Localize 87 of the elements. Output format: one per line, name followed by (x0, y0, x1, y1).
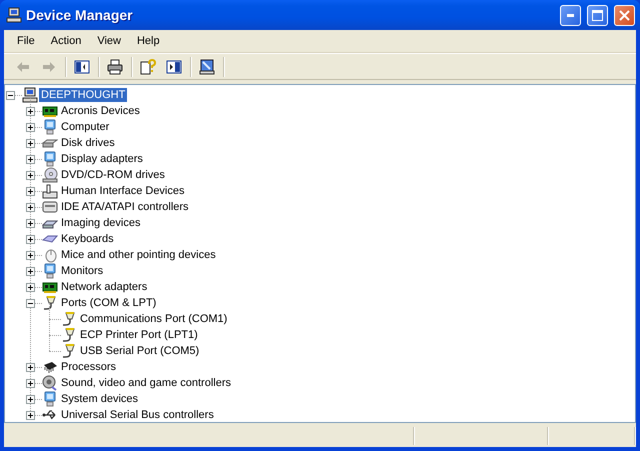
tree-item[interactable]: System devices (59, 392, 140, 406)
plus-icon (28, 221, 33, 226)
plus-icon (28, 157, 33, 162)
maximize-icon (592, 10, 603, 20)
monitor-icon (42, 391, 58, 407)
computer-icon (6, 7, 22, 23)
minus-icon (8, 93, 13, 98)
expand-toggle[interactable] (26, 171, 35, 180)
connector-plug-icon (61, 343, 77, 359)
expand-toggle[interactable] (26, 155, 35, 164)
plus-icon (28, 413, 33, 418)
monitor-icon (42, 151, 58, 167)
plus-icon (28, 253, 33, 258)
pane-icon (166, 58, 182, 74)
tree-item[interactable]: Computer (59, 120, 112, 134)
tree-item[interactable]: Communications Port (COM1) (78, 312, 230, 326)
plus-icon (28, 189, 33, 194)
plus-icon (28, 237, 33, 242)
menu-item[interactable]: Action (42, 35, 90, 47)
joystick-icon (42, 183, 58, 199)
disc-icon (42, 167, 58, 183)
tree-pane-icon (74, 58, 90, 74)
chip-icon (42, 359, 58, 375)
tree-item[interactable]: Display adapters (59, 152, 145, 166)
tree-item[interactable]: Universal Serial Bus controllers (59, 408, 216, 422)
tree-item[interactable]: IDE ATA/ATAPI controllers (59, 200, 191, 214)
maximize-button[interactable] (587, 4, 608, 26)
expand-toggle[interactable] (26, 251, 35, 260)
tree-item[interactable]: Network adapters (59, 280, 150, 294)
minus-icon (28, 301, 33, 306)
tree-item[interactable]: Imaging devices (59, 216, 142, 230)
plus-icon (28, 365, 33, 370)
tree-item[interactable]: Mice and other pointing devices (59, 248, 218, 262)
drive-controller-icon (42, 199, 58, 215)
expand-toggle[interactable] (26, 235, 35, 244)
minimize-button[interactable] (560, 4, 581, 26)
close-button[interactable] (614, 4, 635, 26)
collapse-toggle[interactable] (6, 91, 15, 100)
plus-icon (28, 141, 33, 146)
tree-item[interactable]: Ports (COM & LPT) (59, 296, 158, 310)
window-title: Device Manager (26, 7, 134, 23)
collapse-toggle[interactable] (26, 299, 35, 308)
expand-toggle[interactable] (26, 363, 35, 372)
menu-item[interactable]: View (89, 35, 129, 47)
expand-toggle[interactable] (26, 123, 35, 132)
expand-toggle[interactable] (26, 139, 35, 148)
monitor-icon (42, 263, 58, 279)
expand-toggle[interactable] (26, 219, 35, 228)
speaker-icon (42, 375, 58, 391)
minimize-icon (566, 14, 574, 16)
help-document-icon (140, 58, 156, 74)
monitor-icon (42, 119, 58, 135)
plus-icon (28, 109, 33, 114)
tree-item[interactable]: DEEPTHOUGHT (39, 88, 128, 102)
connector-plug-icon (61, 311, 77, 327)
expand-toggle[interactable] (26, 411, 35, 420)
tree-item[interactable]: Monitors (59, 264, 106, 278)
tree-item[interactable]: Sound, video and game controllers (59, 376, 233, 390)
expand-toggle[interactable] (26, 379, 35, 388)
plus-icon (28, 381, 33, 386)
plus-icon (28, 269, 33, 274)
computer-icon (22, 87, 38, 103)
tree-item[interactable]: Processors (59, 360, 118, 374)
tree-item[interactable]: Disk drives (59, 136, 117, 150)
expand-toggle[interactable] (26, 203, 35, 212)
plus-icon (28, 125, 33, 130)
tree-item[interactable]: USB Serial Port (COM5) (78, 344, 202, 358)
tree-item[interactable]: Keyboards (59, 232, 116, 246)
tree-item[interactable]: Human Interface Devices (59, 184, 186, 198)
expand-toggle[interactable] (26, 187, 35, 196)
plus-icon (28, 397, 33, 402)
expand-toggle[interactable] (26, 107, 35, 116)
connector-plug-icon (61, 327, 77, 343)
plus-icon (28, 205, 33, 210)
close-icon (619, 10, 630, 20)
expand-toggle[interactable] (26, 283, 35, 292)
connector-plug-icon (42, 295, 58, 311)
printer-icon (107, 58, 123, 74)
menu-item[interactable]: Help (128, 35, 168, 47)
expand-toggle[interactable] (26, 267, 35, 276)
tree-item[interactable]: ECP Printer Port (LPT1) (78, 328, 200, 342)
plus-icon (28, 285, 33, 290)
plus-icon (28, 173, 33, 178)
expand-toggle[interactable] (26, 395, 35, 404)
menu-item[interactable]: File (9, 35, 43, 47)
tree-item[interactable]: Acronis Devices (59, 104, 142, 118)
tree-item[interactable]: DVD/CD-ROM drives (59, 168, 167, 182)
